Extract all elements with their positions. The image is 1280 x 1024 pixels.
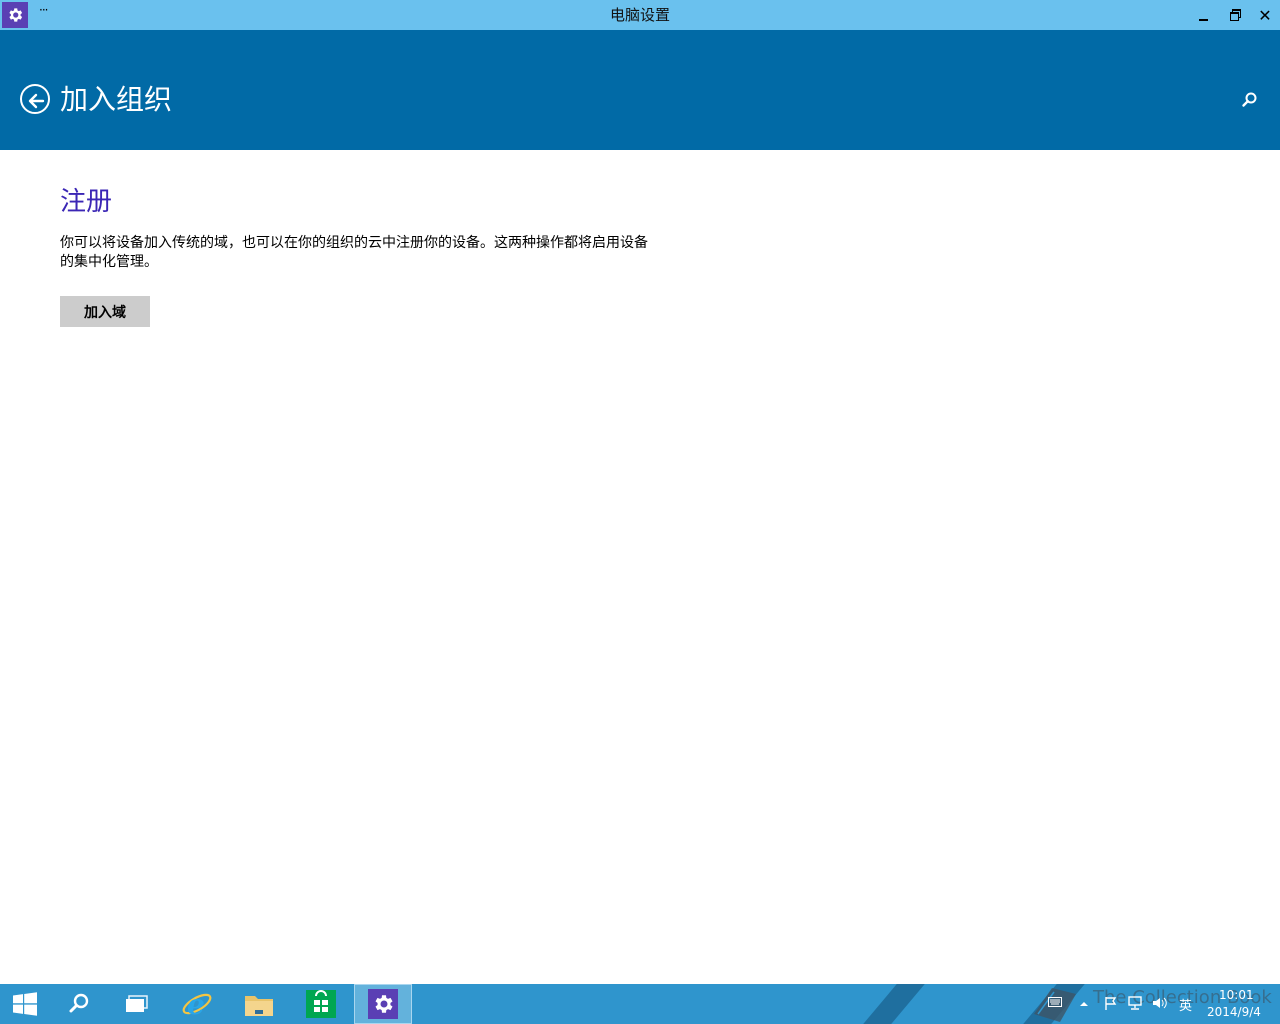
taskbar-decoration xyxy=(863,984,925,1024)
keyboard-icon[interactable] xyxy=(1048,996,1062,1010)
internet-explorer-icon: e xyxy=(182,988,212,1021)
svg-text:e: e xyxy=(187,988,205,1021)
restore-button[interactable] xyxy=(1219,0,1249,30)
section-description: 你可以将设备加入传统的域，也可以在你的组织的云中注册你的设备。这两种操作都将启用… xyxy=(60,235,648,270)
network-icon[interactable] xyxy=(1128,996,1144,1013)
page-title: 加入组织 xyxy=(60,83,173,116)
minimize-icon xyxy=(1198,19,1208,21)
folder-icon xyxy=(245,996,273,1016)
search-icon xyxy=(1242,92,1257,107)
back-arrow-icon xyxy=(28,93,45,109)
close-icon: ✕ xyxy=(1258,5,1272,25)
minimize-button[interactable] xyxy=(1188,0,1218,30)
file-explorer-button[interactable] xyxy=(236,984,282,1024)
store-icon xyxy=(306,990,336,1018)
task-view-button[interactable] xyxy=(114,984,160,1024)
show-hidden-icons-icon[interactable] xyxy=(1079,997,1089,1011)
window-title: 电脑设置 xyxy=(609,6,670,24)
page-header: 加入组织 xyxy=(0,30,1280,150)
search-button[interactable] xyxy=(1240,90,1260,110)
gear-icon xyxy=(368,989,398,1019)
volume-icon[interactable] xyxy=(1152,996,1168,1013)
join-domain-button[interactable]: 加入域 xyxy=(60,296,150,327)
store-button[interactable] xyxy=(298,984,344,1024)
task-view-icon xyxy=(126,995,148,1012)
taskbar-search-button[interactable] xyxy=(56,984,102,1024)
clock-time[interactable]: 10:01 xyxy=(1219,988,1254,1002)
search-icon xyxy=(69,993,89,1013)
close-button[interactable]: ✕ xyxy=(1250,0,1280,30)
restore-icon xyxy=(1229,9,1241,21)
windows-logo-icon xyxy=(13,992,37,1016)
back-button[interactable] xyxy=(20,84,50,114)
section-title: 注册 xyxy=(60,187,113,217)
start-button[interactable] xyxy=(0,984,50,1024)
pc-settings-taskbar-button[interactable] xyxy=(354,984,412,1024)
clock-date[interactable]: 2014/9/4 xyxy=(1207,1005,1261,1019)
title-bar: ··· 电脑设置 ✕ xyxy=(0,0,1280,30)
input-method-indicator[interactable]: 英 xyxy=(1179,995,1192,1014)
internet-explorer-button[interactable]: e xyxy=(174,984,220,1024)
taskbar: e The Collection Book 英 10:01 2014/9/4 xyxy=(0,984,1280,1024)
action-center-flag-icon[interactable] xyxy=(1104,996,1118,1013)
